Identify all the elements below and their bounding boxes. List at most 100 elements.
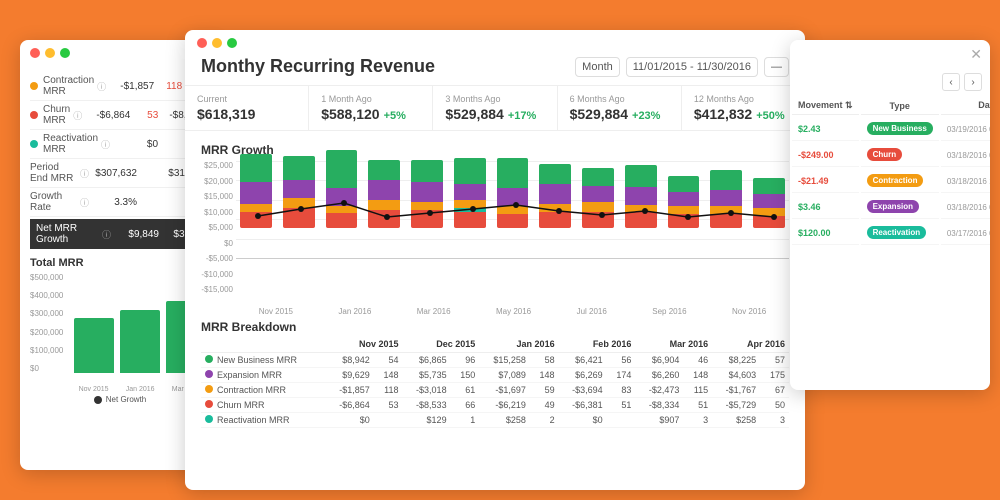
growth-chart-y-axis: $25,000 $20,000 $15,000 $10,000 $5,000 $…: [201, 161, 236, 294]
date-val-1: 03/19/2016 02:40PM EDT: [947, 125, 990, 134]
sbar-feb16: [364, 161, 404, 294]
metric-row-period-end: Period End MRR ⓘ $307,632 $310,810: [30, 159, 210, 188]
breakdown-new-jan16-cnt: 58: [530, 353, 559, 368]
metric-row-contraction: Contraction MRR ⓘ -$1,857 118 -$3,018 61: [30, 72, 210, 101]
period-select[interactable]: Month: [575, 57, 620, 77]
breakdown-label-new: New Business MRR: [201, 353, 326, 368]
main-panel: Monthy Recurring Revenue Month 11/01/201…: [185, 30, 805, 490]
sbar-aug16: [621, 161, 661, 294]
net-mrr-row: Net MRR Growth ⓘ $9,849 $3,178: [30, 219, 210, 249]
close-icon[interactable]: [30, 48, 40, 58]
period-end-info-icon[interactable]: ⓘ: [80, 167, 89, 180]
movement-row-4: $3.46 Expansion 03/18/2016 07:56AM EDT: [792, 195, 990, 219]
breakdown-row-contraction: Contraction MRR -$1,857118 -$3,01861 -$1…: [201, 383, 789, 398]
type-badge-1: New Business: [867, 122, 933, 135]
col-movement: Movement ⇅: [792, 97, 859, 115]
type-badge-4: Expansion: [867, 200, 919, 213]
stat-12months-value: $412,832: [694, 106, 752, 122]
stat-current: Current $618,319: [185, 86, 309, 130]
main-maximize-icon[interactable]: [227, 38, 237, 48]
date-val-4: 03/18/2016 07:56AM EDT: [947, 203, 990, 212]
contraction-info-icon[interactable]: ⓘ: [97, 80, 106, 93]
breakdown-row-new-business: New Business MRR $8,94254 $6,86596 $15,2…: [201, 353, 789, 368]
reactivation-info-icon[interactable]: ⓘ: [101, 138, 110, 151]
breakdown-new-nov15-cnt: 54: [374, 353, 403, 368]
sbar-may16: [493, 161, 533, 294]
metric-row-reactivation: Reactivation MRR ⓘ $0 $129 1: [30, 130, 210, 159]
next-page-button[interactable]: ›: [964, 73, 982, 91]
x-label-nov: Nov 2015: [79, 386, 109, 393]
main-minimize-icon[interactable]: [212, 38, 222, 48]
y-label-100k: $100,000: [30, 346, 70, 355]
main-title: Monthy Recurring Revenue: [201, 56, 435, 77]
contraction-change1: 118: [154, 81, 182, 92]
date-val-2: 03/18/2016 07:56AM EDT: [947, 151, 990, 160]
breakdown-new-apr16-cnt: 57: [760, 353, 789, 368]
sbar-sep16: [664, 161, 704, 294]
breakdown-row-churn: Churn MRR -$6,86453 -$8,53366 -$6,21949 …: [201, 398, 789, 413]
net-mrr-val1: $9,849: [114, 229, 159, 240]
movement-row-5: $120.00 Reactivation 03/17/2016 02:40PM …: [792, 221, 990, 245]
minimize-icon[interactable]: [45, 48, 55, 58]
stat-12months-change: +50%: [756, 110, 784, 122]
growth-rate-label: Growth Rate: [30, 191, 77, 213]
bar-jan: [120, 310, 160, 373]
main-close-icon[interactable]: [197, 38, 207, 48]
net-mrr-label: Net MRR Growth: [36, 223, 99, 245]
breakdown-title: MRR Breakdown: [201, 316, 789, 336]
maximize-icon[interactable]: [60, 48, 70, 58]
stat-3months-value: $529,884: [445, 106, 503, 122]
desktop: Contraction MRR ⓘ -$1,857 118 -$3,018 61…: [0, 0, 1000, 500]
pagination-top: ‹ ›: [790, 69, 990, 95]
stat-12months-label: 12 Months Ago: [694, 94, 793, 104]
col-date: Date ⇅: [941, 97, 990, 115]
net-growth-legend-dot: [94, 396, 102, 404]
sbar-nov16: [749, 161, 789, 294]
breakdown-col-metric: [201, 336, 326, 353]
breakdown-label-expansion: Expansion MRR: [201, 368, 326, 383]
sbar-jan16: [322, 161, 362, 294]
stat-3months: 3 Months Ago $529,884 +17%: [433, 86, 557, 130]
breakdown-row-expansion: Expansion MRR $9,629148 $5,735150 $7,089…: [201, 368, 789, 383]
col-type: Type: [861, 97, 939, 115]
stat-6months-value: $529,884: [570, 106, 628, 122]
churn-info-icon[interactable]: ⓘ: [73, 109, 82, 122]
stat-1month-label: 1 Month Ago: [321, 94, 420, 104]
stat-1month-value: $588,120: [321, 106, 379, 122]
total-mrr-chart: $500,000 $400,000 $300,000 $200,000 $100…: [30, 273, 210, 393]
options-select[interactable]: —: [764, 57, 789, 77]
bar-nov: [74, 318, 114, 373]
churn-label: Churn MRR: [43, 104, 70, 126]
stat-1month-change: +5%: [384, 110, 406, 122]
stat-current-label: Current: [197, 94, 296, 104]
reactivation-dot: [30, 140, 38, 148]
breakdown-new-mar16-cnt: 46: [683, 353, 712, 368]
movement-val-3: -$21.49: [798, 176, 829, 186]
sbar-apr16: [450, 161, 490, 294]
breakdown-col-feb16: Feb 2016: [559, 336, 636, 353]
main-window-controls: [185, 30, 805, 56]
bar-col-jan: [120, 310, 160, 373]
main-header: Monthy Recurring Revenue Month 11/01/201…: [185, 56, 805, 85]
growth-rate-info-icon[interactable]: ⓘ: [80, 196, 89, 209]
net-growth-legend: Net Growth: [30, 395, 210, 404]
churn-dot: [30, 111, 38, 119]
close-icon-right[interactable]: ✕: [970, 46, 982, 63]
sbar-jun16: [535, 161, 575, 294]
stat-current-value: $618,319: [197, 106, 296, 122]
stat-6months-change: +23%: [632, 110, 660, 122]
mrr-growth-chart: $25,000 $20,000 $15,000 $10,000 $5,000 $…: [201, 161, 789, 316]
churn-change1: 53: [130, 110, 158, 121]
breakdown-label-reactivation: Reactivation MRR: [201, 413, 326, 428]
contraction-dot: [30, 82, 38, 90]
breakdown-new-dec15-val: $6,865: [403, 353, 451, 368]
sbar-oct16: [706, 161, 746, 294]
prev-page-button[interactable]: ‹: [942, 73, 960, 91]
movement-val-5: $120.00: [798, 228, 831, 238]
movement-row-3: -$21.49 Contraction 03/18/2016 12:40AM E…: [792, 169, 990, 193]
growth-rate-val1: 3.3%: [92, 197, 137, 208]
stat-1month: 1 Month Ago $588,120 +5%: [309, 86, 433, 130]
metric-row-churn: Churn MRR ⓘ -$6,864 53 -$8,533 66: [30, 101, 210, 130]
net-mrr-info-icon[interactable]: ⓘ: [102, 228, 111, 241]
period-end-label: Period End MRR: [30, 162, 77, 184]
